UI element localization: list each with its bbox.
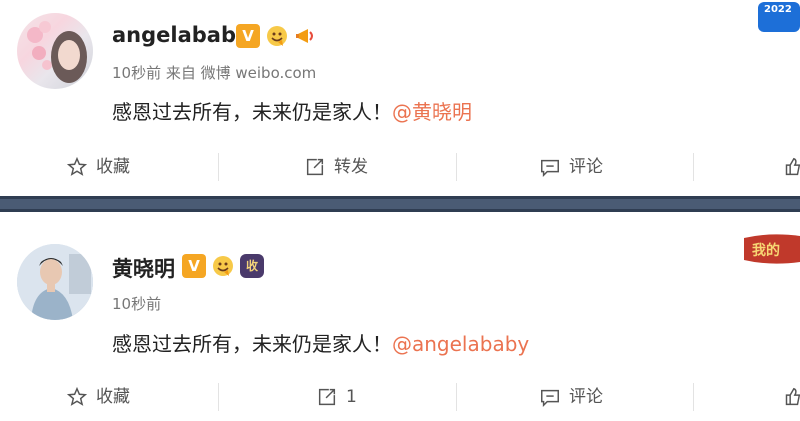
action-separator [218,153,219,181]
action-bar: 收藏 转发 评论 [0,145,800,189]
comment-icon [541,389,559,408]
star-icon [66,156,88,176]
repost-button[interactable]: 1 [316,375,357,419]
username[interactable]: angelababy [112,23,250,47]
action-separator [456,153,457,181]
like-button[interactable] [782,145,800,189]
comment-button[interactable]: 评论 [539,145,603,189]
verified-badge-icon: V [182,254,206,278]
weibo-post-1: angelababy V 10秒前 来自 微博 weibo.com 感恩过去所有… [0,0,800,196]
repost-icon [318,388,336,406]
action-separator [218,383,219,411]
repost-icon [306,158,324,176]
post-meta: 10秒前 来自 微博 weibo.com [112,64,317,82]
mention-link[interactable]: @angelababy [392,332,529,356]
post-text: 感恩过去所有，未来仍是家人！ [112,100,392,124]
avatar-image [17,244,93,320]
favorite-button[interactable]: 收藏 [66,145,130,189]
collect-badge-icon: 收 [240,254,264,278]
repost-button[interactable]: 转发 [304,145,368,189]
comment-label: 评论 [569,387,603,407]
action-separator [693,153,694,181]
favorite-label: 收藏 [96,157,130,177]
action-separator [693,383,694,411]
comment-icon [541,159,559,178]
like-icon [785,157,800,176]
event-corner-badge: 我的 [740,232,800,266]
corner-badge-label: 2022 [764,4,792,15]
post-content: 感恩过去所有，未来仍是家人！@angelababy [112,328,529,357]
action-bar: 收藏 1 评论 [0,375,800,419]
repost-count: 1 [346,387,357,407]
action-separator [456,383,457,411]
post-content: 感恩过去所有，未来仍是家人！@黄晓明 [112,96,472,125]
like-button[interactable] [782,375,800,419]
favorite-button[interactable]: 收藏 [66,375,130,419]
username[interactable]: 黄晓明 [112,253,175,283]
megaphone-icon [294,24,318,48]
post-text: 感恩过去所有，未来仍是家人！ [112,332,392,356]
comment-label: 评论 [569,157,603,177]
weibo-post-2: 黄晓明 V 收 10秒前 感恩过去所有，未来仍是家人！@angelababy 收… [0,212,800,421]
favorite-label: 收藏 [96,387,130,407]
avatar[interactable] [17,244,93,320]
emoji-badge-icon [265,24,289,48]
emoji-badge-icon [211,254,235,278]
verified-badge-icon: V [236,24,260,48]
mention-link[interactable]: @黄晓明 [392,100,472,124]
like-icon [785,387,800,406]
star-icon [66,386,88,406]
comment-button[interactable]: 评论 [539,375,603,419]
post-divider [0,196,800,212]
corner-badge-label: 我的 [752,243,780,259]
avatar-image [27,21,87,83]
repost-label: 转发 [334,157,368,177]
event-corner-badge: 2022 [756,0,800,34]
post-meta: 10秒前 [112,295,162,313]
avatar[interactable] [17,13,93,89]
